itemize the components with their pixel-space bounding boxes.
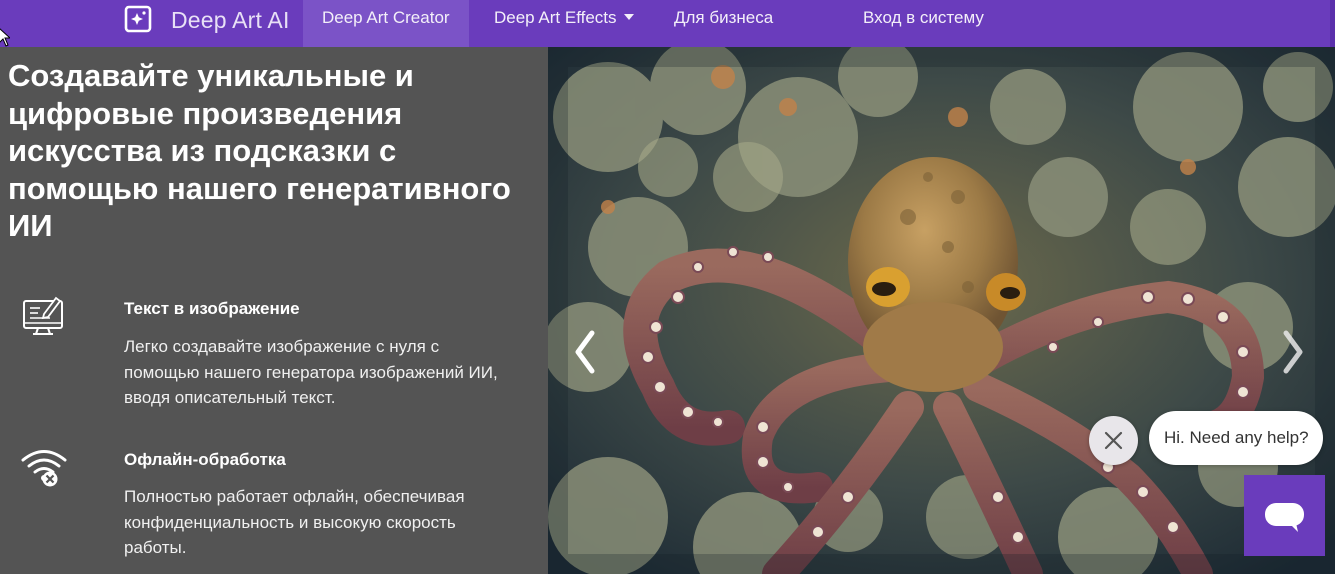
- nav-login[interactable]: Вход в систему: [863, 0, 984, 47]
- top-navbar: Deep Art AI Deep Art Creator Deep Art Ef…: [0, 0, 1335, 47]
- feature-title: Офлайн-обработка: [124, 450, 286, 469]
- wifi-off-icon: [21, 450, 67, 487]
- chat-greeting-bubble[interactable]: Hi. Need any help?: [1149, 411, 1323, 465]
- logo-icon[interactable]: [124, 5, 152, 33]
- chat-launcher-button[interactable]: [1244, 475, 1325, 556]
- octopus-image: [548, 47, 1335, 574]
- hero-headline: Создавайте уникальные и цифровые произве…: [8, 58, 511, 243]
- nav-deep-art-effects[interactable]: Deep Art Effects: [494, 0, 634, 47]
- hero-text-panel: Создавайте уникальные и цифровые произве…: [0, 47, 548, 574]
- chat-greeting-text: Hi. Need any help?: [1164, 428, 1309, 447]
- chevron-left-icon[interactable]: [570, 329, 600, 375]
- brand-name[interactable]: Deep Art AI: [171, 7, 290, 34]
- monitor-pen-icon: [23, 296, 63, 335]
- image-carousel[interactable]: [548, 47, 1335, 574]
- scrollbar-edge: [1330, 0, 1335, 47]
- nav-label: Deep Art Creator: [322, 8, 450, 27]
- chat-close-button[interactable]: [1089, 416, 1138, 465]
- nav-for-business[interactable]: Для бизнеса: [674, 0, 773, 47]
- chevron-right-icon[interactable]: [1278, 329, 1308, 375]
- feature-description: Полностью работает офлайн, обеспечивая к…: [124, 487, 465, 557]
- nav-label: Для бизнеса: [674, 8, 774, 27]
- feature-title: Текст в изображение: [124, 299, 300, 318]
- mouse-cursor-icon: [0, 28, 10, 47]
- nav-label: Вход в систему: [863, 8, 984, 27]
- feature-description: Легко создавайте изображение с нуля с по…: [124, 337, 498, 407]
- chat-icon: [1265, 503, 1304, 532]
- nav-label: Deep Art Effects: [494, 8, 617, 27]
- nav-deep-art-creator[interactable]: Deep Art Creator: [303, 0, 469, 47]
- chevron-down-icon: [623, 13, 634, 20]
- close-icon: [1104, 431, 1123, 450]
